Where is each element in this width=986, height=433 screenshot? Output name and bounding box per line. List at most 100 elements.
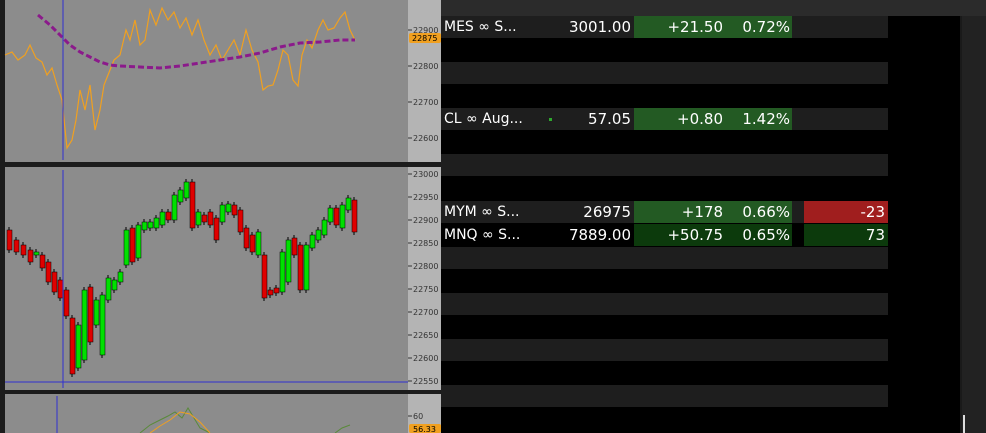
candle-down [13,239,20,253]
candle-down [189,181,196,229]
candle-up [285,239,292,283]
watchlist-row[interactable] [441,270,888,292]
axis-tick-label: 22750 [413,285,438,294]
watchlist-row[interactable] [441,293,888,315]
last-price-cell: 3001.00 [568,18,631,36]
candle-up [339,204,346,229]
candle-up [123,229,130,266]
candle-down [249,234,256,253]
candle-down [207,211,214,226]
axis-tick-label: 22700 [413,308,438,317]
candle-up [327,207,334,223]
watchlist-row[interactable] [441,339,888,361]
window-top-band [441,0,986,16]
candle-up [171,194,178,221]
chart-canvas[interactable]: 2290022800227002260023000229502290022850… [0,0,441,433]
last-price-cell: 57.05 [588,110,631,128]
chart-area[interactable]: 22900 22800 22700 22600 23000 22950 22900 22850… [0,0,441,433]
watchlist-row[interactable] [441,247,888,269]
right-empty-pane [888,16,962,433]
axis-tick-label: 22850 [413,239,438,248]
candle-up [255,231,262,256]
candle-up [309,234,316,249]
candle-up [219,204,226,223]
axis-tick-label: 22950 [413,193,438,202]
candle-up [93,299,100,326]
candle-up [321,219,328,236]
watchlist-panel[interactable]: MES ∞ S... 3001.00 +21.50 0.72% CL ∞ Aug… [441,16,888,433]
candle-up [147,221,154,229]
watchlist-row[interactable] [441,177,888,199]
candle-up [153,217,160,229]
watchlist-row[interactable] [441,85,888,107]
candle-down [201,214,208,223]
candle-down [291,237,298,256]
candle-up [303,244,310,291]
candle-down [351,199,358,233]
axis-tick-label: 22700 [413,98,438,107]
right-side-strip [962,16,986,433]
candle-up [225,203,232,213]
axis-tick-label: 22600 [413,134,438,143]
candle-up [105,277,112,301]
watchlist-row[interactable] [441,362,888,384]
percent-change-cell: 1.42% [729,108,792,130]
watchlist-row[interactable]: MNQ ∞ S... 7889.00 +50.75 0.65% 73 [441,224,888,246]
watchlist-row[interactable]: MES ∞ S... 3001.00 +21.50 0.72% [441,16,888,38]
axis-tick-label: 23000 [413,170,438,179]
percent-change-cell: 0.66% [729,201,792,223]
candle-down [333,207,340,226]
candle-down [261,254,268,299]
candle-up [33,251,40,256]
candle-up [99,294,106,356]
symbol-cell[interactable]: MYM ∞ S... [444,201,554,223]
candle-down [57,279,64,299]
candle-up [75,324,82,369]
candle-up [183,181,190,199]
watchlist-row[interactable] [441,385,888,407]
watchlist-row[interactable]: MYM ∞ S... 26975 +178 0.66% -23 [441,201,888,223]
candle-down [267,289,274,296]
panel-separator[interactable] [0,162,441,167]
candle-up [159,211,166,226]
candle-down [231,204,238,216]
net-change-cell: +178 [634,201,729,223]
candle-down [165,211,172,221]
candle-down [273,287,280,294]
watchlist-row[interactable] [441,154,888,176]
axis-tick-label: 22650 [413,331,438,340]
axis-tick-label: 22800 [413,62,438,71]
candle-down [297,244,304,291]
price-tag-label: 56.33 [413,425,436,433]
watchlist-row[interactable] [441,62,888,84]
axis-tick-label: 22550 [413,377,438,386]
watchlist-row[interactable] [441,39,888,61]
candle-up [117,271,124,283]
watchlist-row[interactable]: CL ∞ Aug... 57.05 +0.80 1.42% [441,108,888,130]
candle-down [20,244,27,256]
net-change-cell: +0.80 [634,108,729,130]
watchlist-row[interactable] [441,408,888,430]
candle-up [111,279,118,291]
axis-tick-label: 22900 [413,216,438,225]
symbol-cell[interactable]: MNQ ∞ S... [444,224,554,246]
net-change-cell: +50.75 [634,224,729,246]
watchlist-row[interactable] [441,131,888,153]
candle-up [279,251,286,293]
candle-up [135,224,142,259]
chart-bottom-panel[interactable] [5,394,408,433]
symbol-cell[interactable]: MES ∞ S... [444,16,554,38]
scrollbar-thumb[interactable] [963,415,965,433]
candle-down [129,227,136,263]
candle-up [195,211,202,226]
candle-down [45,261,52,283]
symbol-cell[interactable]: CL ∞ Aug... [444,108,554,130]
candle-down [237,209,244,233]
panel-separator[interactable] [0,390,441,394]
watchlist-row[interactable] [441,316,888,338]
candle-up [81,289,88,361]
position-cell: 73 [804,224,888,246]
candle-down [63,289,70,317]
candle-down [69,317,76,375]
candle-down [6,229,13,251]
